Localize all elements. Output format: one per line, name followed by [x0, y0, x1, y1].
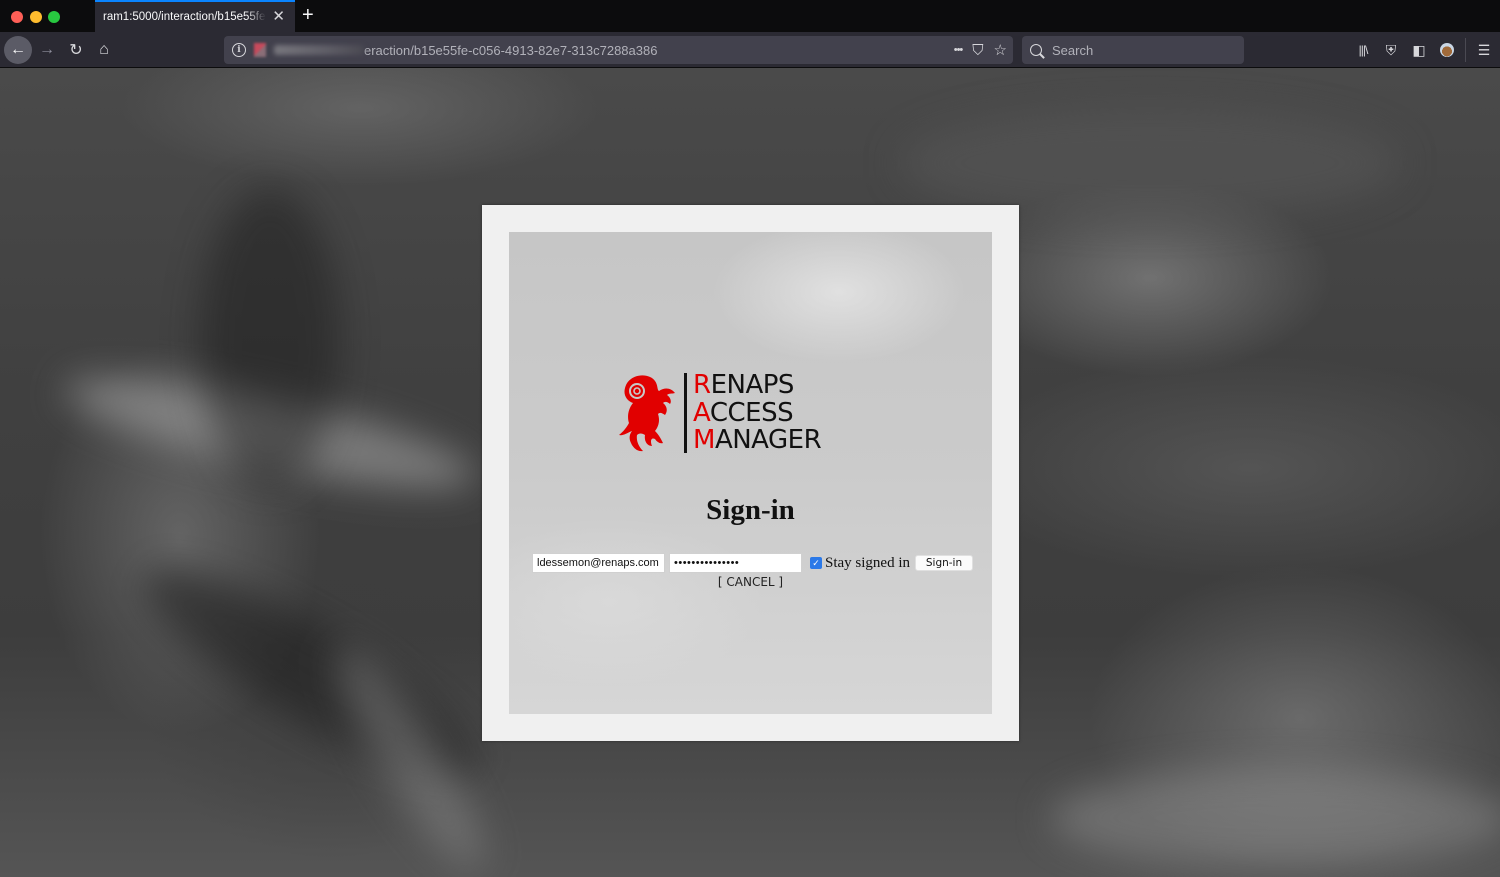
new-tab-button[interactable]: + — [302, 5, 314, 25]
arrow-right-icon: → — [39, 41, 55, 58]
address-bar[interactable]: i eraction/b15e55fe-c056-4913-82e7-313c7… — [224, 36, 1013, 64]
search-icon — [1030, 44, 1042, 56]
url-text[interactable]: eraction/b15e55fe-c056-4913-82e7-313c728… — [364, 43, 657, 58]
forward-button[interactable]: → — [33, 36, 61, 64]
library-icon: |||\ — [1358, 43, 1369, 57]
page-background: RENAPS ACCESS MANAGER Sign-in ✓ Stay sig… — [0, 68, 1500, 877]
home-button[interactable]: ⌂ — [90, 36, 118, 64]
background-blur — [900, 108, 1400, 218]
ram-mascot-icon — [619, 375, 675, 452]
reload-icon: ↻ — [69, 42, 83, 59]
tab-bar: ram1:5000/interaction/b15e55fe-c056-4913… — [0, 0, 1500, 32]
back-button[interactable]: ← — [4, 36, 32, 64]
menu-button[interactable]: ☰ — [1470, 36, 1498, 64]
site-info-icon[interactable]: i — [232, 43, 246, 57]
shield-icon: ⛨ — [1385, 41, 1397, 58]
account-button[interactable] — [1433, 36, 1461, 64]
email-field[interactable] — [532, 553, 665, 573]
hamburger-menu-icon: ☰ — [1477, 41, 1491, 58]
logo-line-renaps: RENAPS — [693, 370, 794, 400]
search-bar[interactable] — [1022, 36, 1244, 64]
avatar-icon — [1440, 43, 1454, 57]
logo-divider — [684, 373, 687, 453]
minimize-window-button[interactable] — [30, 11, 42, 23]
home-icon: ⌂ — [99, 41, 109, 58]
url-redacted-segment — [274, 45, 364, 55]
sidebar-icon: ◧ — [1412, 41, 1426, 58]
pocket-icon[interactable]: ⛉ — [972, 42, 983, 59]
url-actions: ••• ⛉ ☆ — [954, 36, 1007, 64]
page-actions-more-icon[interactable]: ••• — [954, 44, 964, 56]
sign-in-button[interactable]: Sign-in — [915, 555, 973, 571]
page-title: Sign-in — [706, 494, 795, 526]
logo-wordmark: RENAPS ACCESS MANAGER — [693, 370, 822, 455]
password-field[interactable] — [669, 553, 802, 573]
login-form: ✓ Stay signed in Sign-in — [532, 553, 973, 573]
tab-title: ram1:5000/interaction/b15e55fe-c056-4913… — [103, 11, 266, 23]
bookmark-star-icon[interactable]: ☆ — [994, 41, 1007, 59]
cancel-link[interactable]: [ CANCEL ] — [509, 575, 992, 589]
toolbar-divider — [1465, 38, 1466, 62]
ram-logo: RENAPS ACCESS MANAGER — [617, 370, 822, 455]
search-input[interactable] — [1052, 42, 1232, 58]
close-tab-icon[interactable]: ✕ — [272, 9, 285, 24]
maximize-window-button[interactable] — [48, 11, 60, 23]
login-panel: RENAPS ACCESS MANAGER Sign-in ✓ Stay sig… — [509, 232, 992, 714]
sidebar-button[interactable]: ◧ — [1405, 36, 1433, 64]
library-button[interactable]: |||\ — [1349, 36, 1377, 64]
reload-button[interactable]: ↻ — [62, 36, 90, 64]
logo-line-access: ACCESS — [693, 397, 794, 428]
background-blur — [315, 631, 505, 877]
login-card: RENAPS ACCESS MANAGER Sign-in ✓ Stay sig… — [482, 205, 1019, 741]
browser-tab-active[interactable]: ram1:5000/interaction/b15e55fe-c056-4913… — [95, 0, 295, 32]
logo-line-manager: MANAGER — [693, 425, 822, 455]
toolbar-icons: |||\ ⛨ ◧ ☰ — [1349, 32, 1500, 68]
close-window-button[interactable] — [11, 11, 23, 23]
background-blur — [1050, 768, 1500, 868]
background-blur — [200, 188, 340, 488]
arrow-left-icon: ← — [10, 41, 26, 58]
tracking-protection-button[interactable]: ⛨ — [1377, 36, 1405, 64]
site-favicon-blurred — [254, 43, 266, 57]
stay-signed-in-label[interactable]: Stay signed in — [825, 555, 910, 572]
navigation-toolbar: ← → ↻ ⌂ i eraction/b15e55fe-c056-4913-82… — [0, 32, 1500, 68]
stay-signed-in-checkbox[interactable]: ✓ — [810, 557, 822, 569]
